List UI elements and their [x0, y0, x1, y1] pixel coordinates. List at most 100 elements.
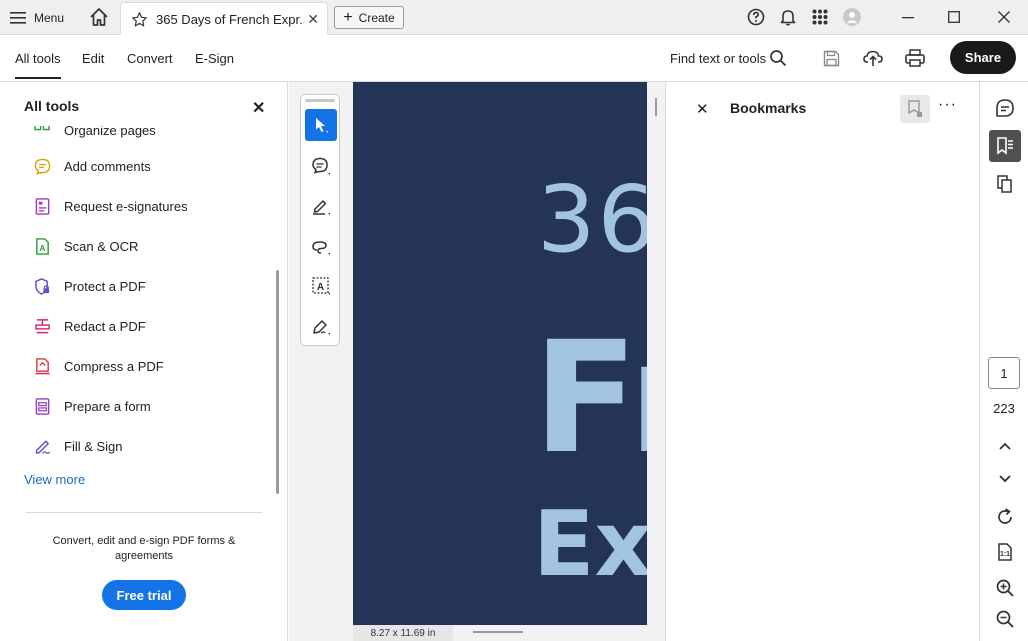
promo-text: Convert, edit and e-sign PDF forms & agr…: [52, 535, 236, 562]
pen-sign-icon: [313, 320, 330, 335]
tab-edit[interactable]: Edit: [82, 51, 104, 66]
comment-icon: [34, 158, 51, 175]
lasso-icon: [312, 241, 330, 255]
find-text-tools[interactable]: Find text or tools: [670, 51, 766, 66]
tab-title: 365 Days of French Expr...: [156, 11, 304, 27]
pages-icon: [997, 175, 1012, 193]
account-button[interactable]: [842, 7, 862, 27]
notifications-button[interactable]: [778, 7, 798, 27]
panel-scrollbar[interactable]: [276, 270, 279, 494]
comment-tool-button[interactable]: [305, 150, 337, 182]
document-vertical-scrollbar[interactable]: [655, 98, 657, 116]
request-signature-icon: [35, 197, 50, 215]
bookmarks-rail-button[interactable]: [989, 130, 1021, 162]
help-button[interactable]: [746, 7, 766, 27]
upload-cloud-button[interactable]: [863, 48, 883, 68]
redact-icon: [35, 318, 50, 333]
document-page[interactable]: 36 Fr Ex: [353, 82, 647, 625]
sign-tool-button[interactable]: [305, 310, 337, 342]
bookmarks-close-icon[interactable]: ✕: [696, 100, 709, 118]
save-button[interactable]: [821, 48, 841, 68]
svg-text:A: A: [317, 282, 324, 293]
search-icon: [770, 50, 787, 67]
tool-item-compress-pdf[interactable]: Compress a PDF: [34, 354, 164, 378]
page-size-label: 8.27 x 11.69 in: [353, 625, 453, 641]
page-thumbnails-button[interactable]: [989, 168, 1021, 200]
print-button[interactable]: [905, 48, 925, 68]
document-horizontal-scrollbar[interactable]: [473, 631, 523, 633]
tool-list: Organize pages Add comments Request e-si…: [0, 126, 270, 500]
tool-item-add-comments[interactable]: Add comments: [34, 154, 151, 178]
new-bookmark-button[interactable]: [900, 95, 930, 123]
save-icon: [823, 50, 839, 66]
current-page-input[interactable]: 1: [988, 357, 1020, 389]
tab-e-sign[interactable]: E-Sign: [195, 51, 234, 66]
create-label: Create: [358, 10, 395, 25]
tool-item-request-e-signatures[interactable]: Request e-signatures: [34, 194, 188, 218]
tool-item-organize-pages[interactable]: Organize pages: [34, 126, 156, 142]
zoom-in-icon: [996, 579, 1014, 597]
title-bar: Menu 365 Days of French Expr... ✕ + Crea…: [0, 0, 1028, 35]
tool-item-redact-pdf[interactable]: Redact a PDF: [34, 314, 146, 338]
zoom-out-icon: [996, 610, 1014, 628]
svg-text:1:1: 1:1: [1000, 551, 1010, 558]
create-button[interactable]: + Create: [334, 6, 404, 29]
search-button[interactable]: [768, 48, 788, 68]
view-more-link[interactable]: View more: [24, 472, 85, 487]
menu-button[interactable]: Menu: [10, 7, 64, 29]
tool-item-label: Fill & Sign: [64, 438, 123, 454]
close-window-button[interactable]: [992, 5, 1016, 29]
svg-text:A: A: [39, 243, 45, 253]
tool-item-scan-ocr[interactable]: A Scan & OCR: [34, 234, 138, 258]
tab-all-tools[interactable]: All tools: [15, 51, 61, 79]
minimize-button[interactable]: [896, 5, 920, 29]
panel-title: All tools: [24, 98, 80, 114]
zoom-out-button[interactable]: [989, 603, 1021, 635]
maximize-icon: [948, 11, 960, 23]
actual-size-icon: 1:1: [998, 543, 1012, 561]
close-icon: [998, 11, 1010, 23]
help-icon: [747, 8, 765, 26]
add-bookmark-icon: [908, 100, 922, 117]
bookmarks-panel: ✕ Bookmarks ···: [665, 82, 980, 641]
share-button[interactable]: Share: [950, 41, 1016, 74]
highlight-tool-button[interactable]: [305, 190, 337, 222]
select-tool-button[interactable]: [305, 109, 337, 141]
hamburger-icon: [10, 12, 26, 24]
scroll-up-button[interactable]: [989, 430, 1021, 462]
apps-button[interactable]: [810, 7, 830, 27]
divider: [26, 512, 262, 513]
quick-tools-strip: A: [300, 94, 340, 346]
chevron-down-icon: [999, 475, 1011, 483]
chevron-up-icon: [999, 442, 1011, 450]
free-trial-button[interactable]: Free trial: [102, 580, 186, 610]
strip-grip[interactable]: [305, 99, 335, 102]
rotate-icon: [998, 508, 1012, 524]
panel-close-icon[interactable]: ✕: [252, 98, 265, 118]
tab-convert[interactable]: Convert: [127, 51, 173, 66]
bookmark-icon: [997, 137, 1013, 155]
rotate-button[interactable]: [989, 501, 1021, 533]
protect-shield-icon: [35, 277, 50, 295]
text-recognition-tool-button[interactable]: A: [305, 270, 337, 302]
cursor-arrow-icon: [316, 118, 328, 133]
tool-item-fill-sign[interactable]: Fill & Sign: [34, 434, 123, 458]
maximize-button[interactable]: [942, 5, 966, 29]
ai-assistant-button[interactable]: [989, 92, 1021, 124]
all-tools-panel: All tools ✕ Organize pages Add comments …: [0, 82, 288, 641]
home-button[interactable]: [88, 6, 110, 28]
document-tab[interactable]: 365 Days of French Expr... ✕: [120, 2, 328, 35]
tool-item-protect-pdf[interactable]: Protect a PDF: [34, 274, 146, 298]
tool-item-prepare-form[interactable]: Prepare a form: [34, 394, 151, 418]
draw-tool-button[interactable]: [305, 230, 337, 262]
scroll-down-button[interactable]: [989, 463, 1021, 495]
document-text-line: Fr: [533, 309, 647, 488]
zoom-in-button[interactable]: [989, 572, 1021, 604]
more-options-icon[interactable]: ···: [938, 96, 957, 114]
bookmarks-title: Bookmarks: [730, 100, 807, 116]
print-icon: [905, 49, 925, 67]
bell-icon: [780, 10, 796, 26]
star-icon[interactable]: [131, 11, 148, 28]
actual-size-button[interactable]: 1:1: [989, 536, 1021, 568]
tab-close-icon[interactable]: ✕: [307, 11, 319, 28]
